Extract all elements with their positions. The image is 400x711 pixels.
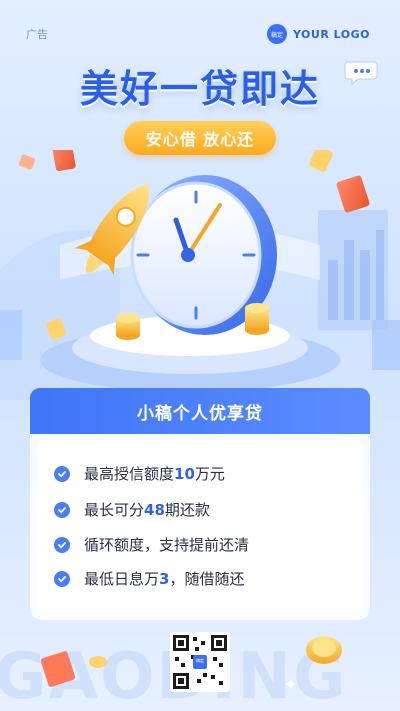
clock-center (181, 248, 195, 262)
feature-item: 最低日息万3，随借随还 (54, 568, 244, 589)
logo-text: YOUR LOGO (292, 27, 370, 41)
red-envelope-icon (40, 651, 107, 687)
ad-label: 广告 (26, 28, 48, 41)
feature-text: 最高授信额度10万元 (84, 465, 225, 483)
product-title: 小稿个人优享贷 (30, 388, 370, 434)
qr-center-label: 稿定 (196, 658, 204, 663)
poster: GAODING 广告 稿定 YOUR LOGO 美好一贷即达 安心借 放心还 (0, 0, 400, 711)
clock-face (130, 181, 262, 329)
check-icon (54, 570, 70, 587)
check-icon (54, 501, 70, 518)
red-envelope-icon (52, 150, 76, 172)
qr-code[interactable]: 稿定 (170, 632, 230, 692)
feature-text: 最长可分48期还款 (84, 501, 210, 519)
bar-chart-icon (318, 210, 388, 330)
brand-logo[interactable]: 稿定 YOUR LOGO (266, 24, 370, 44)
feature-item: 最高授信额度10万元 (54, 463, 225, 484)
check-icon (54, 536, 70, 553)
red-envelope-icon (336, 175, 370, 213)
feature-text: 循环额度，支持提前还清 (84, 536, 250, 554)
sparkle-icon: ✦ (284, 675, 298, 694)
feature-card (30, 434, 370, 620)
coin-stack-icon (116, 313, 140, 340)
check-icon (54, 465, 70, 482)
feature-item: 最长可分48期还款 (54, 499, 210, 520)
gold-ticket-icon (309, 150, 333, 172)
glass-panel-left (0, 310, 22, 360)
feature-text: 最低日息万3，随借随还 (84, 570, 245, 588)
chat-bubble-icon (344, 61, 378, 86)
headline: 美好一贷即达 (79, 67, 320, 111)
glass-panel-right (372, 320, 400, 370)
gold-coin-icon (306, 636, 342, 664)
red-envelope-icon (18, 154, 36, 170)
feature-item: 循环额度，支持提前还清 (54, 534, 249, 555)
coin-stack-icon (245, 303, 269, 335)
hero-illustration (0, 150, 400, 400)
logo-badge: 稿定 (266, 24, 287, 44)
